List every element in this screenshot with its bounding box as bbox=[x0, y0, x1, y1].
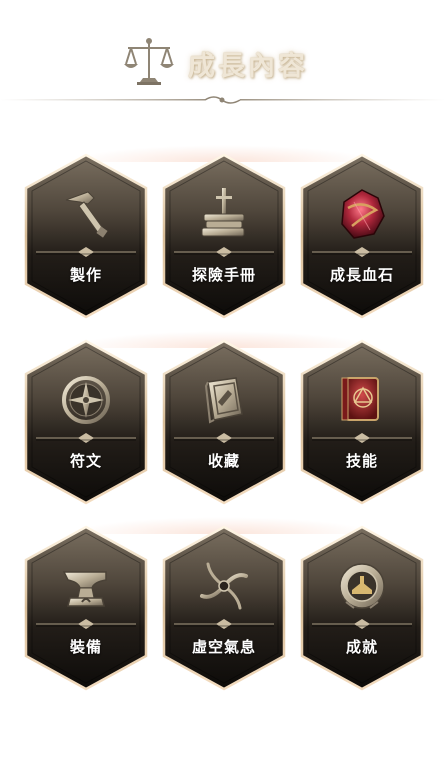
tile-label: 裝備 bbox=[69, 638, 102, 656]
tile-collection[interactable]: 收藏 bbox=[160, 338, 288, 506]
tile-crafting[interactable]: 製作 bbox=[22, 152, 150, 320]
tile-label: 探險手冊 bbox=[191, 266, 256, 284]
tile-label: 成長血石 bbox=[329, 266, 394, 284]
tile-equipment[interactable]: 裝備 bbox=[22, 524, 150, 692]
skill-tome-icon bbox=[341, 377, 379, 421]
tile-skill[interactable]: 技能 bbox=[298, 338, 426, 506]
achievement-medal-icon bbox=[339, 563, 385, 609]
tile-label: 技能 bbox=[345, 452, 378, 470]
tile-label: 製作 bbox=[69, 266, 102, 284]
tile-adventure-manual[interactable]: 探險手冊 bbox=[160, 152, 288, 320]
header: 成長內容 bbox=[0, 28, 445, 88]
tile-void-breath[interactable]: 虛空氣息 bbox=[160, 524, 288, 692]
collection-book-icon bbox=[204, 377, 243, 424]
tile-label: 成就 bbox=[345, 638, 378, 656]
compass-rune-icon bbox=[62, 376, 110, 424]
tile-achievement[interactable]: 成就 bbox=[298, 524, 426, 692]
tile-rune[interactable]: 符文 bbox=[22, 338, 150, 506]
hammer-icon bbox=[65, 191, 108, 238]
tile-label: 符文 bbox=[69, 452, 102, 470]
bloodstone-icon bbox=[341, 189, 385, 239]
books-sword-icon bbox=[201, 188, 245, 237]
scale-icon bbox=[124, 38, 174, 85]
anvil-icon bbox=[62, 571, 107, 607]
tile-label: 收藏 bbox=[207, 452, 240, 470]
tile-label: 虛空氣息 bbox=[191, 638, 256, 656]
void-swirl-icon bbox=[200, 562, 248, 610]
header-divider bbox=[0, 96, 445, 104]
tile-bloodstone[interactable]: 成長血石 bbox=[298, 152, 426, 320]
page-title: 成長內容 bbox=[188, 51, 308, 82]
